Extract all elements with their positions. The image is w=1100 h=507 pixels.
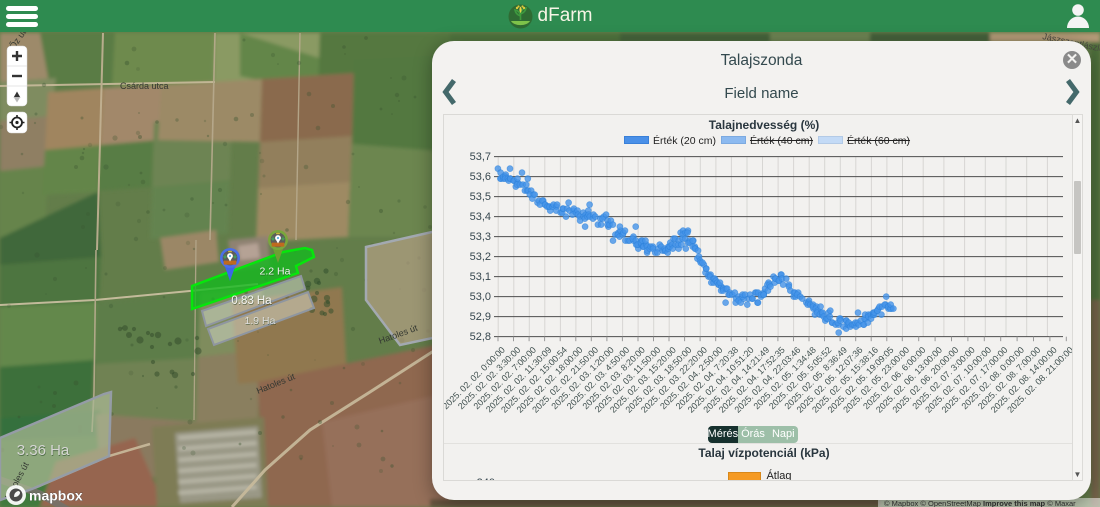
svg-text:53,7: 53,7	[470, 151, 491, 163]
svg-text:53,6: 53,6	[470, 171, 491, 183]
svg-text:52,8: 52,8	[470, 331, 491, 343]
svg-text:2.2 Ha: 2.2 Ha	[260, 266, 291, 278]
svg-text:53,5: 53,5	[470, 191, 491, 203]
svg-text:1.9 Ha: 1.9 Ha	[245, 315, 276, 327]
svg-text:52,9: 52,9	[470, 311, 491, 323]
svg-text:3.36 Ha: 3.36 Ha	[17, 442, 70, 459]
svg-text:53,2: 53,2	[470, 251, 491, 263]
svg-text:53,0: 53,0	[470, 291, 491, 303]
svg-text:53,4: 53,4	[470, 211, 491, 223]
svg-text:© Mapbox © OpenStreetMap Impro: © Mapbox © OpenStreetMap Improve this ma…	[884, 499, 1076, 507]
svg-text:mapbox: mapbox	[29, 488, 83, 504]
svg-text:53,1: 53,1	[470, 271, 491, 283]
svg-text:Csárda utca: Csárda utca	[120, 81, 169, 91]
svg-text:53,3: 53,3	[470, 231, 491, 243]
svg-text:0.83 Ha: 0.83 Ha	[231, 295, 272, 307]
